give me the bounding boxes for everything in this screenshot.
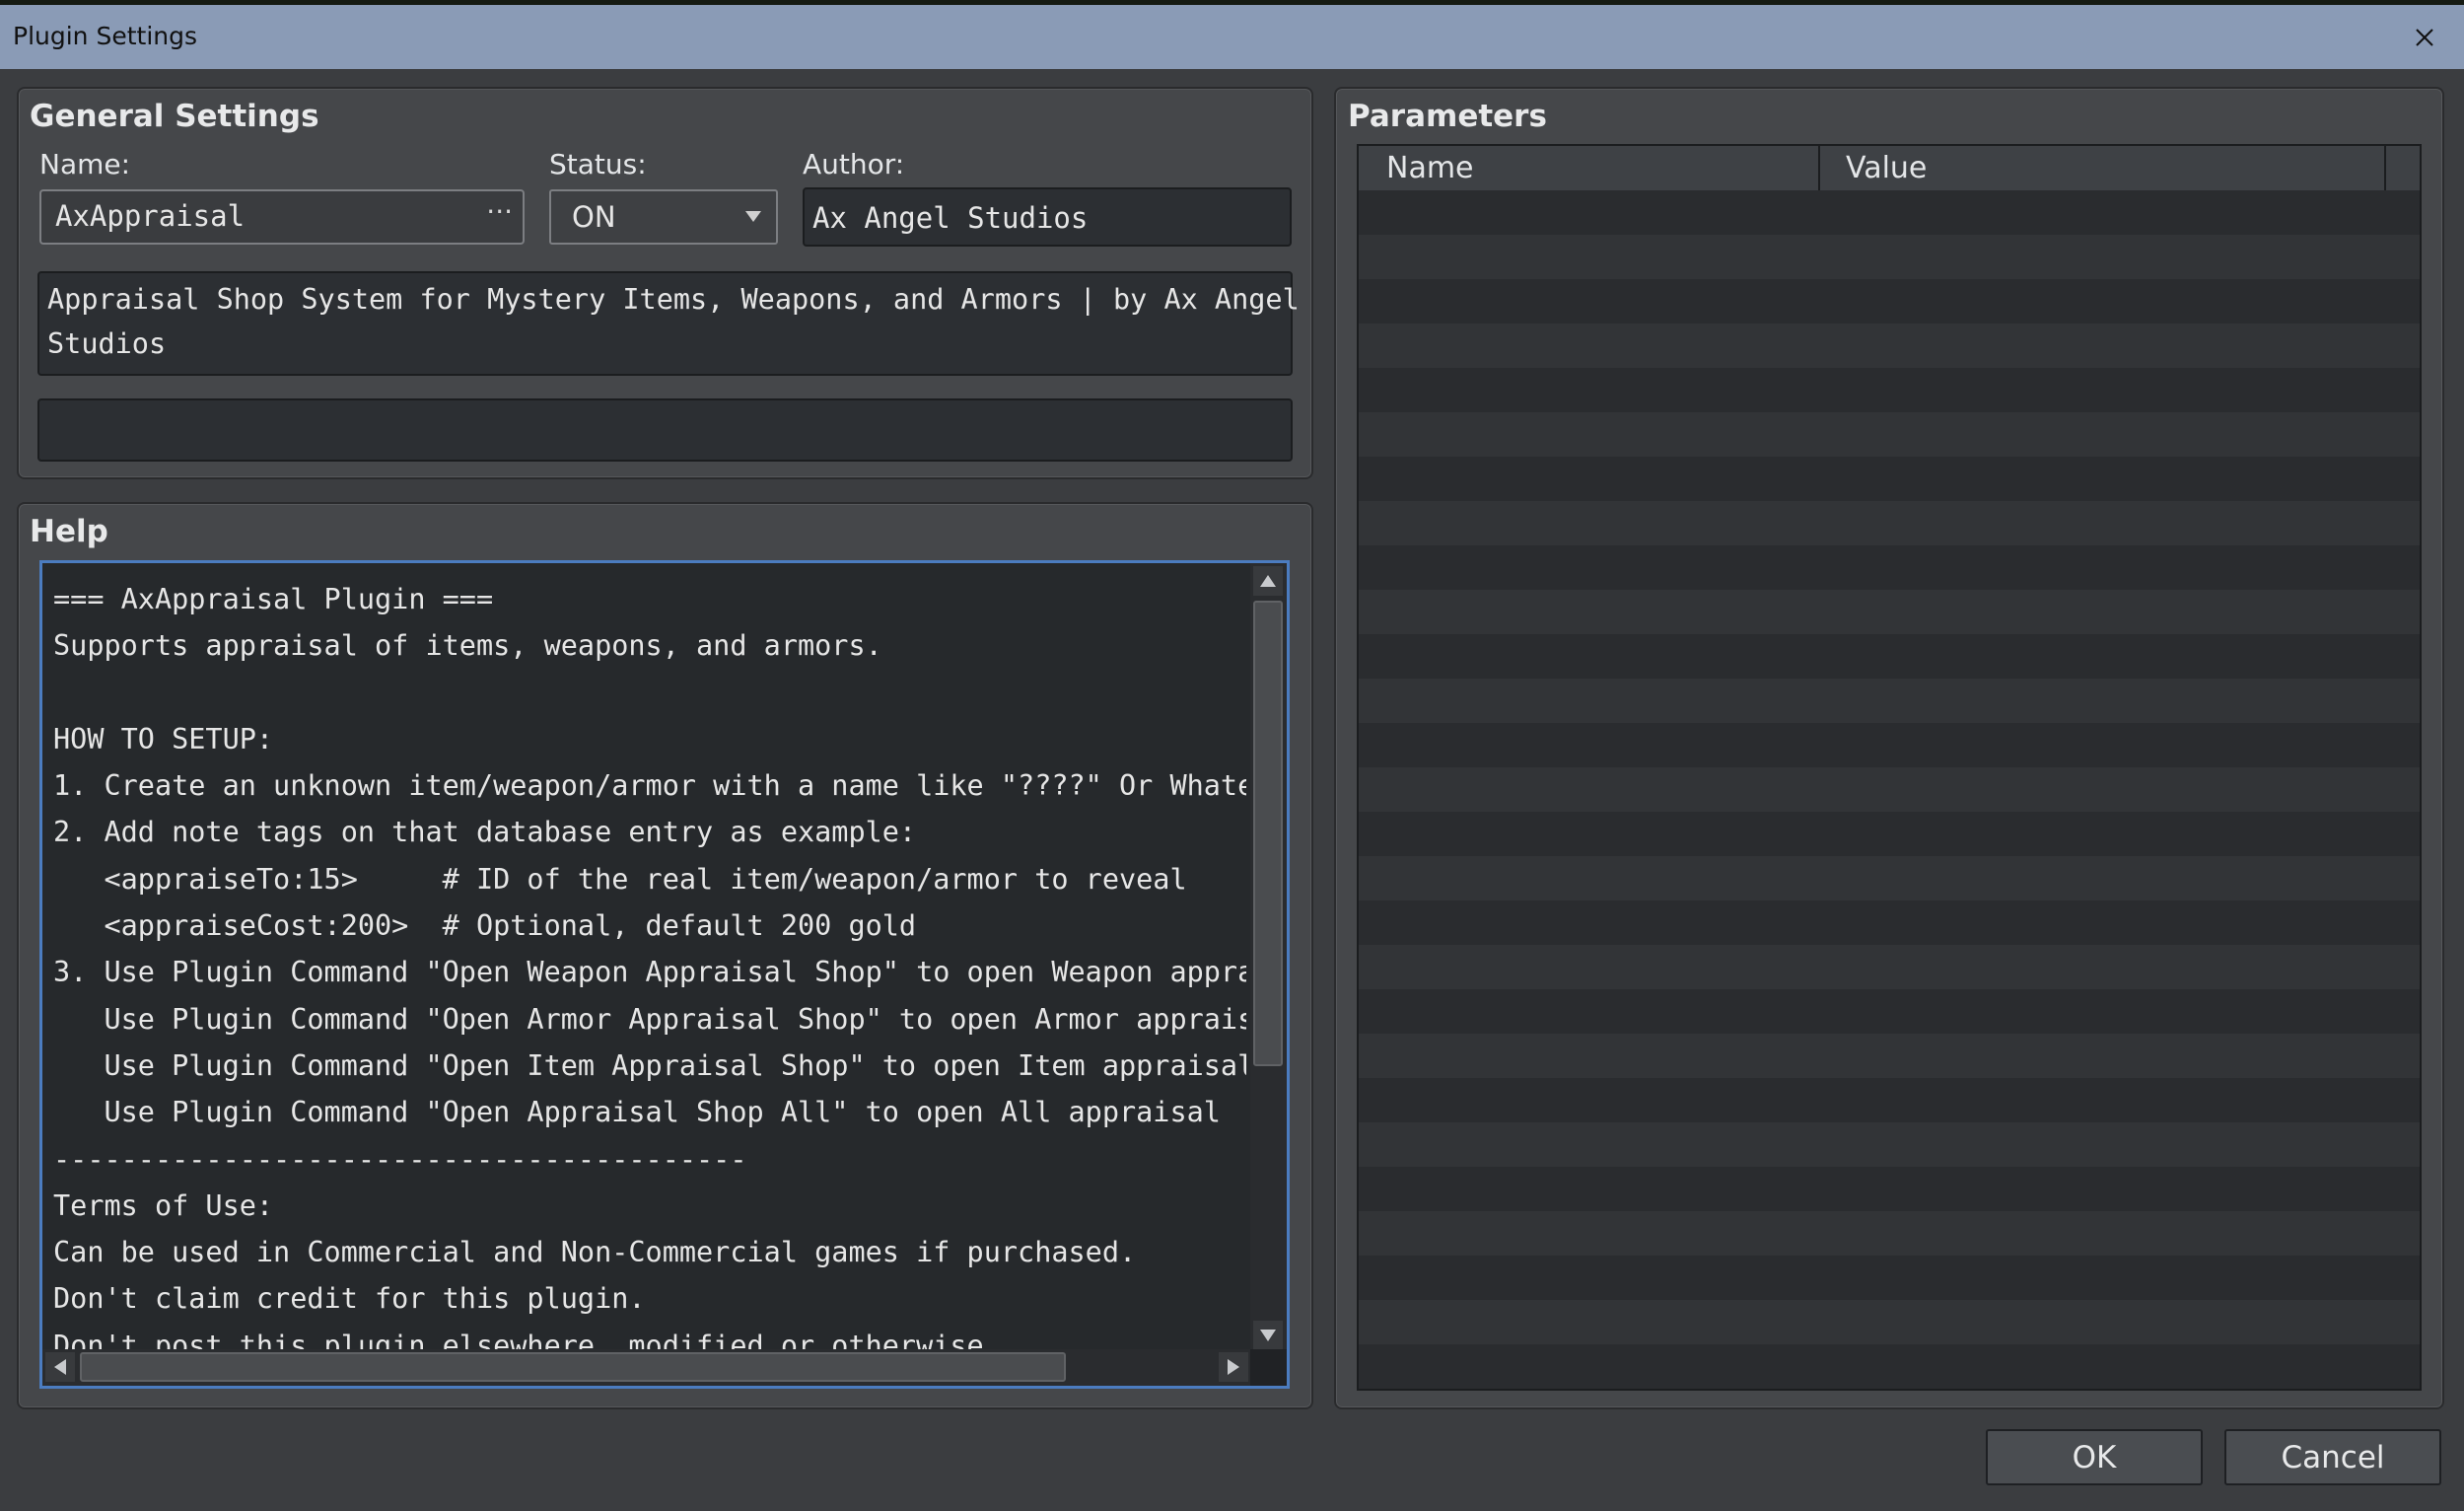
close-icon[interactable]: [2406, 19, 2443, 56]
help-line: Use Plugin Command "Open Item Appraisal …: [53, 1048, 1246, 1082]
table-row: [1359, 900, 2420, 945]
help-line: Use Plugin Command "Open Appraisal Shop …: [53, 1096, 1221, 1129]
table-row: [1359, 1300, 2420, 1344]
name-browse-button[interactable]: ···: [486, 195, 513, 228]
help-line: Terms of Use:: [53, 1188, 274, 1222]
parameters-column-value[interactable]: Value: [1846, 151, 1927, 185]
cancel-button[interactable]: Cancel: [2224, 1429, 2441, 1485]
table-row: [1359, 679, 2420, 723]
table-row: [1359, 1211, 2420, 1256]
table-row: [1359, 368, 2420, 412]
table-row: [1359, 1167, 2420, 1211]
status-label: Status:: [549, 148, 647, 180]
parameters-table-header: Name Value: [1359, 146, 2420, 192]
description-line-2: Studios: [47, 327, 167, 360]
title-bar: Plugin Settings: [0, 5, 2464, 69]
help-horizontal-scrollbar[interactable]: [42, 1349, 1253, 1386]
parameters-title: Parameters: [1348, 99, 1547, 134]
horizontal-scroll-thumb[interactable]: [80, 1352, 1066, 1382]
url-field[interactable]: [37, 398, 1293, 462]
name-field[interactable]: AxAppraisal ···: [39, 189, 525, 245]
status-dropdown[interactable]: ON: [549, 189, 778, 245]
help-title: Help: [30, 514, 108, 549]
table-row: [1359, 545, 2420, 590]
column-divider: [2384, 146, 2386, 190]
name-value: AxAppraisal: [55, 199, 246, 233]
chevron-down-icon: [742, 205, 764, 231]
help-line: 2. Add note tags on that database entry …: [53, 816, 917, 849]
status-value: ON: [572, 200, 616, 234]
help-line: <appraiseTo:15> # ID of the real item/we…: [53, 862, 1187, 896]
arrow-right-icon[interactable]: [1219, 1352, 1248, 1382]
table-row: [1359, 634, 2420, 679]
help-line: Can be used in Commercial and Non-Commer…: [53, 1236, 1137, 1269]
table-row: [1359, 1344, 2420, 1389]
name-label: Name:: [39, 148, 131, 180]
table-row: [1359, 279, 2420, 324]
general-settings-title: General Settings: [30, 99, 319, 134]
table-row: [1359, 1256, 2420, 1300]
ok-button[interactable]: OK: [1986, 1429, 2203, 1485]
arrow-left-icon[interactable]: [45, 1352, 75, 1382]
help-text: === AxAppraisal Plugin === Supports appr…: [53, 576, 1246, 1355]
table-row: [1359, 812, 2420, 856]
help-text-area[interactable]: === AxAppraisal Plugin === Supports appr…: [39, 560, 1290, 1389]
table-row: [1359, 324, 2420, 368]
table-row: [1359, 1122, 2420, 1167]
table-row: [1359, 767, 2420, 812]
help-line: 1. Create an unknown item/weapon/armor w…: [53, 769, 1246, 803]
help-line: ----------------------------------------…: [53, 1142, 747, 1176]
column-divider: [1818, 146, 1820, 190]
description-field[interactable]: Appraisal Shop System for Mystery Items,…: [37, 271, 1300, 376]
help-line: [53, 670, 1246, 716]
vertical-scroll-thumb[interactable]: [1253, 601, 1283, 1066]
author-field[interactable]: Ax Angel Studios: [803, 187, 1292, 247]
table-row: [1359, 235, 2420, 279]
table-row: [1359, 1034, 2420, 1078]
description-line-1: Appraisal Shop System for Mystery Items,…: [47, 283, 1300, 316]
table-row: [1359, 412, 2420, 457]
help-line: Supports appraisal of items, weapons, an…: [53, 629, 882, 663]
help-line: Don't claim credit for this plugin.: [53, 1282, 646, 1316]
window-title: Plugin Settings: [13, 22, 198, 50]
table-row: [1359, 945, 2420, 989]
help-line: HOW TO SETUP:: [53, 722, 274, 756]
table-row: [1359, 501, 2420, 545]
table-row: [1359, 1078, 2420, 1122]
table-row: [1359, 590, 2420, 634]
author-label: Author:: [803, 148, 905, 180]
author-value: Ax Angel Studios: [812, 201, 1089, 235]
help-line: Use Plugin Command "Open Armor Appraisal…: [53, 1002, 1246, 1036]
help-line: === AxAppraisal Plugin ===: [53, 583, 494, 615]
parameters-column-name[interactable]: Name: [1386, 151, 1474, 185]
parameters-table[interactable]: Name Value: [1357, 144, 2422, 1391]
help-line: 3. Use Plugin Command "Open Weapon Appra…: [53, 956, 1246, 989]
table-row: [1359, 723, 2420, 767]
help-vertical-scrollbar[interactable]: [1250, 563, 1287, 1357]
table-row: [1359, 856, 2420, 900]
arrow-down-icon[interactable]: [1253, 1321, 1283, 1350]
table-row: [1359, 457, 2420, 501]
table-row: [1359, 989, 2420, 1034]
scroll-corner: [1250, 1349, 1287, 1386]
help-line: <appraiseCost:200> # Optional, default 2…: [53, 909, 917, 943]
table-row: [1359, 190, 2420, 235]
arrow-up-icon[interactable]: [1253, 566, 1283, 596]
